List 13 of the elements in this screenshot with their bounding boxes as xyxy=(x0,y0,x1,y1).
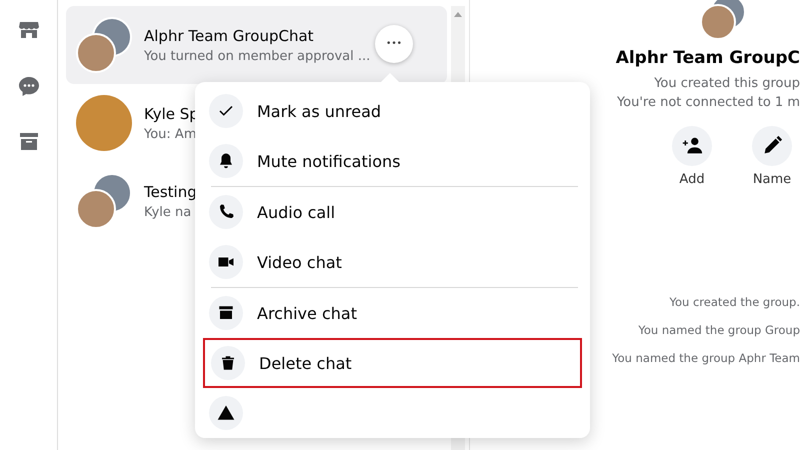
group-title: Alphr Team GroupC xyxy=(616,48,800,68)
chat-name: Testing xyxy=(144,182,197,200)
chat-name: Alphr Team GroupChat xyxy=(144,26,315,44)
group-subtitle: You created this group xyxy=(654,76,800,91)
action-label: Add xyxy=(679,172,705,187)
chat-preview: You turned on member approval ... xyxy=(144,48,370,64)
event-message: You named the group Group xyxy=(638,323,800,337)
connection-note: You're not connected to 1 m xyxy=(616,95,800,110)
event-message: You named the group Aphr Team xyxy=(612,351,800,365)
chat-preview: Kyle na xyxy=(144,204,192,220)
action-label: Name xyxy=(752,172,792,187)
event-message: You created the group. xyxy=(669,295,800,309)
chat-preview: You: Am xyxy=(144,126,198,142)
